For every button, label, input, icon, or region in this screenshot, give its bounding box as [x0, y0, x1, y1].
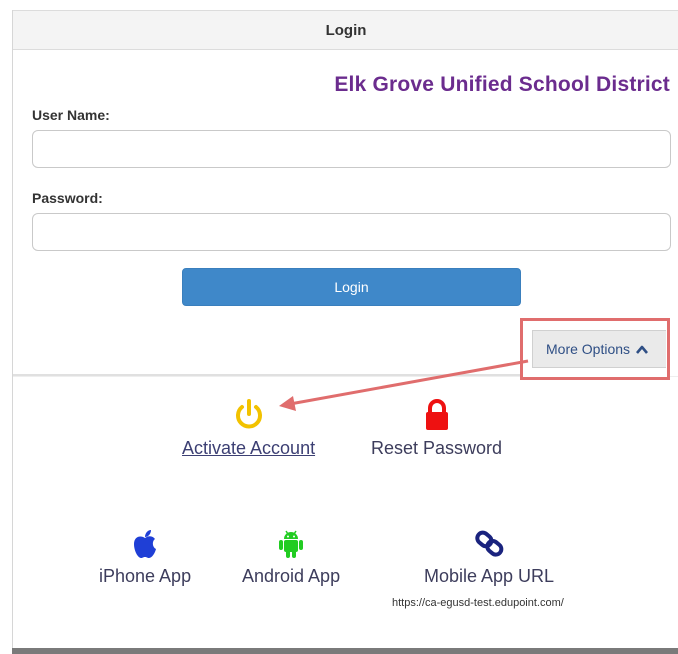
username-input[interactable]: [32, 130, 671, 168]
apple-icon: [134, 530, 157, 558]
more-options-highlight: More Options: [520, 318, 670, 380]
power-icon: [235, 399, 262, 429]
mobile-app-url-link[interactable]: Mobile App URL: [424, 528, 554, 587]
mobile-app-url-label: Mobile App URL: [424, 566, 555, 586]
android-icon: [279, 530, 304, 558]
iphone-app-label: iPhone App: [99, 566, 192, 586]
district-name: Elk Grove Unified School District: [334, 73, 670, 96]
bottom-bar: [12, 648, 678, 654]
reset-password-link[interactable]: Reset Password: [371, 398, 502, 459]
iphone-app-link[interactable]: iPhone App: [99, 528, 191, 587]
password-label: Password:: [32, 190, 103, 206]
more-options-button[interactable]: More Options: [532, 330, 666, 368]
activate-account-link[interactable]: Activate Account: [182, 398, 315, 459]
chevron-up-icon: [636, 345, 649, 354]
android-app-link[interactable]: Android App: [242, 528, 340, 587]
login-button-label: Login: [334, 279, 369, 295]
panel-header: Login: [13, 10, 678, 50]
password-input[interactable]: [32, 213, 671, 251]
activate-account-label: Activate Account: [182, 438, 316, 458]
android-app-label: Android App: [242, 566, 341, 586]
login-button[interactable]: Login: [182, 268, 521, 306]
panel-title: Login: [325, 21, 367, 39]
reset-password-label: Reset Password: [371, 438, 503, 458]
link-icon: [475, 530, 504, 557]
more-options-label: More Options: [546, 341, 631, 357]
username-label: User Name:: [32, 107, 110, 123]
lock-icon: [425, 399, 448, 430]
mobile-app-url-text[interactable]: https://ca-egusd-test.edupoint.com/: [392, 597, 564, 609]
